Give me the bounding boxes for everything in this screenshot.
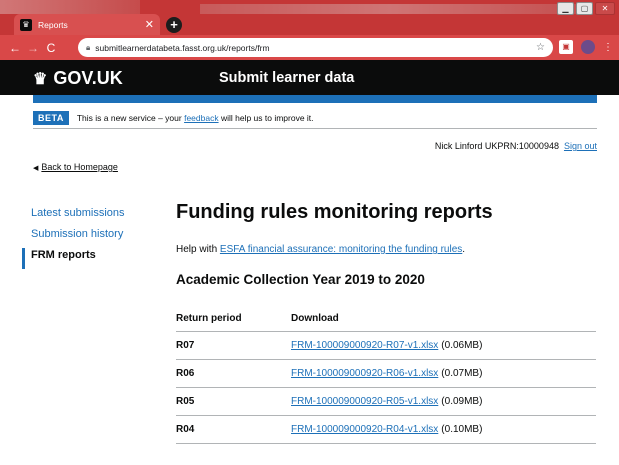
blurred-bookmarks (200, 4, 580, 14)
service-name[interactable]: Submit learner data (219, 70, 354, 86)
crown-favicon-icon: ♛ (20, 18, 32, 31)
back-triangle-icon: ◀ (33, 165, 39, 172)
table-row: R05 FRM-100009000920-R05-v1.xlsx (0.09MB) (176, 388, 596, 416)
help-link[interactable]: ESFA financial assurance: monitoring the… (220, 244, 462, 255)
file-size: (0.10MB) (441, 424, 483, 435)
bookmark-star-icon[interactable]: ☆ (536, 42, 545, 53)
feedback-link[interactable]: feedback (184, 113, 219, 123)
browser-tab[interactable]: ♛ Reports ✕ (14, 14, 160, 35)
table-header: Return period Download (176, 305, 596, 332)
gov-header: ♛ GOV.UK Submit learner data (0, 60, 619, 95)
year-heading: Academic Collection Year 2019 to 2020 (176, 272, 425, 287)
phase-text-after: will help us to improve it. (218, 112, 314, 123)
back-link-label: Back to Homepage (41, 162, 118, 172)
file-size: (0.07MB) (441, 368, 483, 379)
crown-icon: ♛ (33, 70, 48, 88)
browser-toolbar: ← → C 🔒︎ submitlearnerdatabeta.fasst.org… (0, 35, 619, 60)
download-cell: FRM-100009000920-R06-v1.xlsx (0.07MB) (291, 368, 596, 379)
phase-banner: BETA This is a new service – your feedba… (33, 107, 597, 129)
address-bar[interactable]: 🔒︎ submitlearnerdatabeta.fasst.org.uk/re… (78, 38, 553, 57)
download-cell: FRM-100009000920-R04-v1.xlsx (0.10MB) (291, 424, 596, 435)
header-download: Download (291, 312, 339, 324)
new-tab-icon[interactable]: + (166, 17, 182, 33)
return-period: R06 (176, 368, 195, 379)
return-period: R04 (176, 424, 195, 435)
return-period: R07 (176, 340, 195, 351)
reload-icon[interactable]: C (42, 41, 60, 55)
profile-avatar[interactable] (581, 40, 595, 54)
back-link[interactable]: ◀ Back to Homepage (33, 162, 118, 172)
download-cell: FRM-100009000920-R07-v1.xlsx (0.06MB) (291, 340, 596, 351)
download-link[interactable]: FRM-100009000920-R05-v1.xlsx (291, 396, 438, 407)
forward-arrow-icon[interactable]: → (24, 41, 42, 55)
help-text: Help with ESFA financial assurance: moni… (176, 244, 465, 255)
phase-text: This is a new service – your feedback wi… (77, 113, 314, 123)
logo-text: GOV.UK (53, 68, 123, 88)
page-title: Funding rules monitoring reports (176, 201, 493, 223)
browser-tab-strip: ♛ Reports ✕ + ▁ ▢ ✕ (0, 0, 619, 35)
sidebar-nav: Latest submissions Submission history FR… (22, 206, 125, 269)
url-text: submitlearnerdatabeta.fasst.org.uk/repor… (95, 42, 270, 53)
user-info: Nick Linford UKPRN:10000948 Sign out (435, 141, 597, 151)
extensions: ▣ ⋮ (559, 40, 613, 54)
file-size: (0.06MB) (441, 340, 483, 351)
help-suffix: . (462, 244, 466, 255)
back-arrow-icon[interactable]: ← (6, 41, 24, 55)
extension-icon[interactable]: ▣ (559, 40, 573, 54)
header-return-period: Return period (176, 312, 242, 324)
download-cell: FRM-100009000920-R05-v1.xlsx (0.09MB) (291, 396, 596, 407)
window-close-icon[interactable]: ✕ (595, 2, 615, 15)
sign-out-link[interactable]: Sign out (564, 141, 597, 151)
sidebar-item-frm-reports[interactable]: FRM reports (22, 248, 125, 269)
phase-text-before: This is a new service – your (76, 112, 185, 123)
download-link[interactable]: FRM-100009000920-R07-v1.xlsx (291, 340, 438, 351)
table-row: R06 FRM-100009000920-R06-v1.xlsx (0.07MB) (176, 360, 596, 388)
tab-close-icon[interactable]: ✕ (145, 18, 154, 31)
menu-kebab-icon[interactable]: ⋮ (603, 42, 613, 53)
table-row: R07 FRM-100009000920-R07-v1.xlsx (0.06MB) (176, 332, 596, 360)
blurred-area (0, 0, 140, 14)
reports-table: Return period Download R07 FRM-100009000… (176, 305, 596, 444)
file-size: (0.09MB) (441, 396, 483, 407)
user-details: Nick Linford UKPRN:10000948 (434, 141, 559, 151)
beta-tag: BETA (33, 110, 69, 125)
help-prefix: Help with (176, 244, 220, 255)
download-link[interactable]: FRM-100009000920-R04-v1.xlsx (291, 424, 438, 435)
header-blue-bar (33, 95, 597, 103)
tab-title: Reports (38, 19, 68, 30)
table-row: R04 FRM-100009000920-R04-v1.xlsx (0.10MB) (176, 416, 596, 444)
govuk-logo[interactable]: ♛ GOV.UK (33, 68, 123, 89)
window-controls: ▁ ▢ ✕ (557, 2, 615, 15)
minimize-icon[interactable]: ▁ (557, 2, 574, 15)
maximize-icon[interactable]: ▢ (576, 2, 593, 15)
return-period: R05 (176, 396, 195, 407)
lock-icon: 🔒︎ (86, 42, 91, 52)
sidebar-item-submission-history[interactable]: Submission history (22, 227, 125, 248)
sidebar-item-latest-submissions[interactable]: Latest submissions (22, 206, 125, 227)
download-link[interactable]: FRM-100009000920-R06-v1.xlsx (291, 368, 438, 379)
